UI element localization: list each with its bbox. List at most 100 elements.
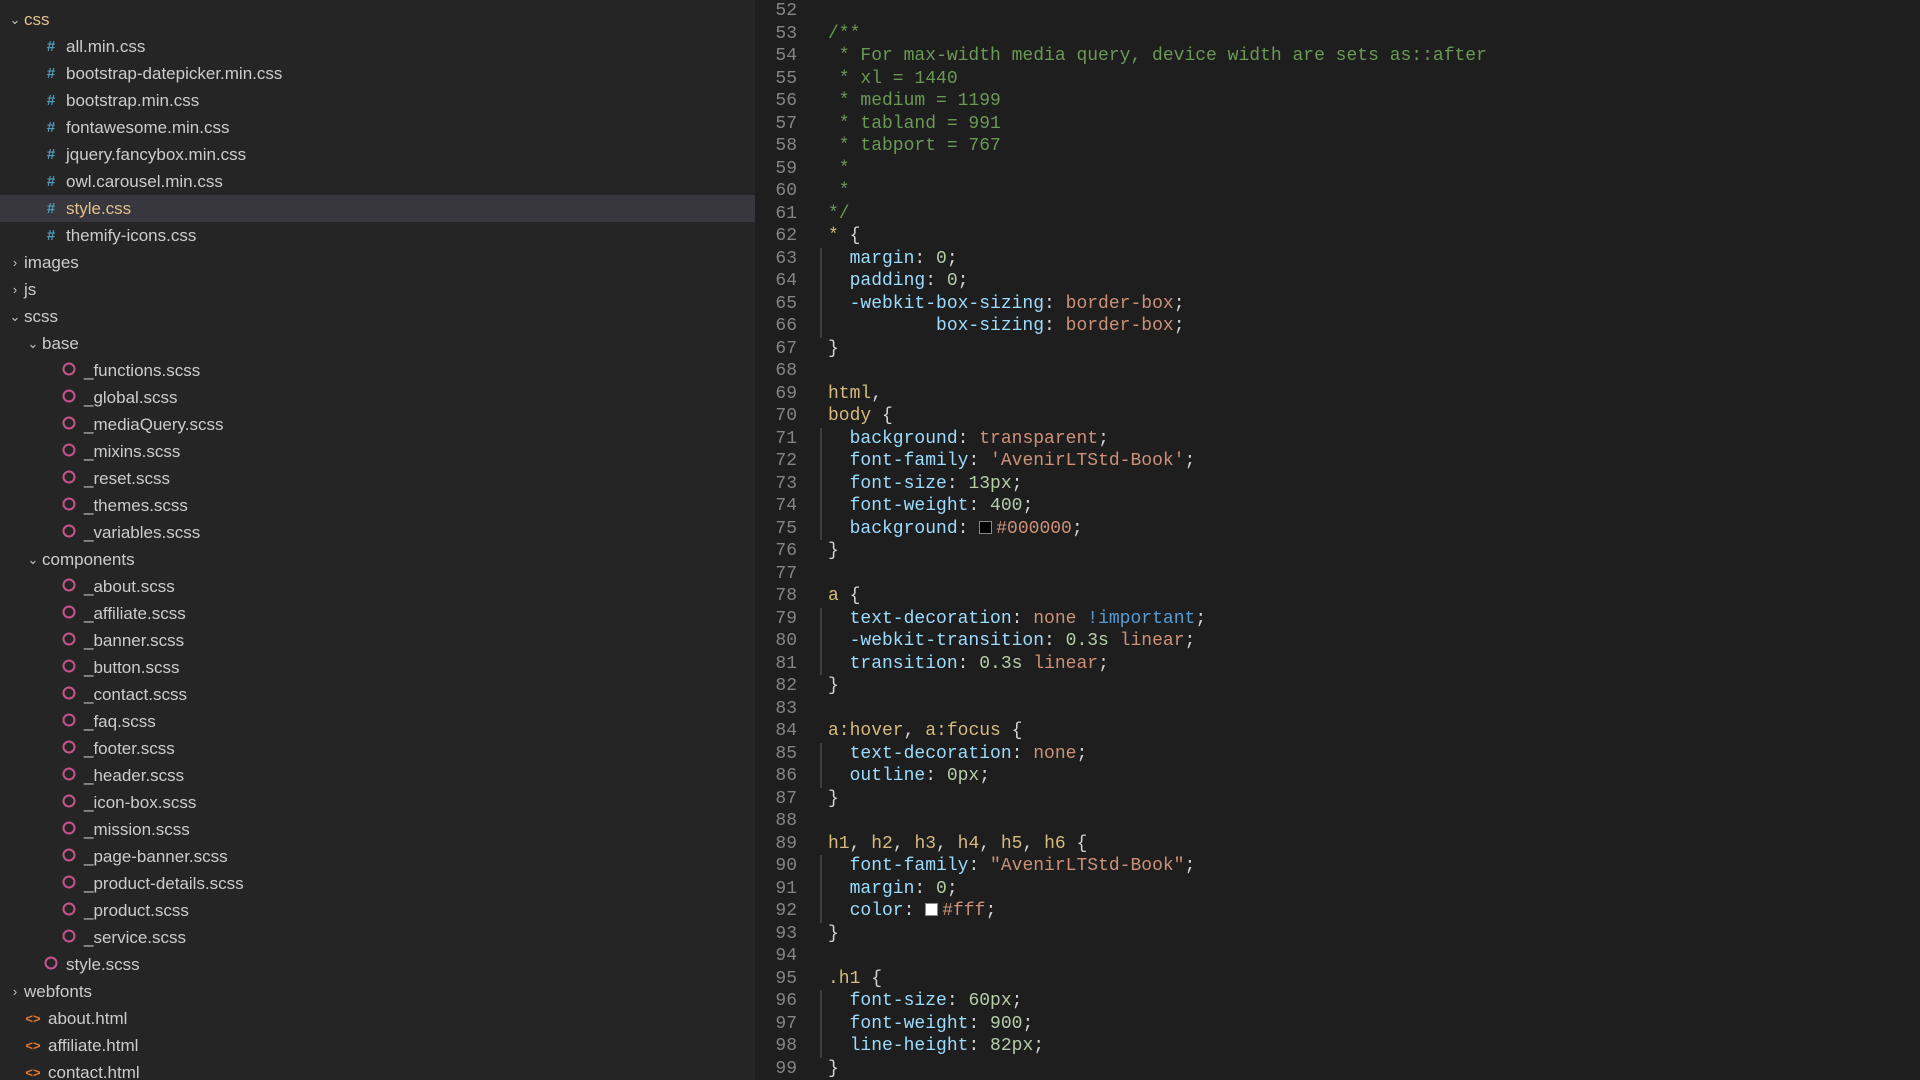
code-line[interactable]: * [820, 180, 1920, 203]
code-line[interactable] [820, 698, 1920, 721]
file--product-scss[interactable]: ›_product.scss [0, 897, 755, 924]
folder-css[interactable]: ⌄css [0, 6, 755, 33]
file--functions-scss[interactable]: ›_functions.scss [0, 357, 755, 384]
code-line[interactable]: html, [820, 383, 1920, 406]
code-line[interactable]: -webkit-transition: 0.3s linear; [820, 630, 1920, 653]
file--mediaquery-scss[interactable]: ›_mediaQuery.scss [0, 411, 755, 438]
folder-images[interactable]: ›images [0, 249, 755, 276]
item-label: _mediaQuery.scss [84, 415, 224, 435]
file-jquery-fancybox-min-css[interactable]: ›#jquery.fancybox.min.css [0, 141, 755, 168]
code-line[interactable]: a { [820, 585, 1920, 608]
file--global-scss[interactable]: ›_global.scss [0, 384, 755, 411]
item-label: contact.html [48, 1063, 140, 1080]
code-line[interactable]: } [820, 923, 1920, 946]
code-line[interactable] [820, 360, 1920, 383]
code-line[interactable]: margin: 0; [820, 248, 1920, 271]
code-line[interactable]: font-weight: 400; [820, 495, 1920, 518]
code-line[interactable]: * xl = 1440 [820, 68, 1920, 91]
code-line[interactable]: .h1 { [820, 968, 1920, 991]
scss-file-icon [60, 389, 78, 407]
file--variables-scss[interactable]: ›_variables.scss [0, 519, 755, 546]
file--contact-scss[interactable]: ›_contact.scss [0, 681, 755, 708]
code-line[interactable]: line-height: 82px; [820, 1035, 1920, 1058]
file--button-scss[interactable]: ›_button.scss [0, 654, 755, 681]
file--page-banner-scss[interactable]: ›_page-banner.scss [0, 843, 755, 870]
file--banner-scss[interactable]: ›_banner.scss [0, 627, 755, 654]
code-line[interactable]: background: transparent; [820, 428, 1920, 451]
code-line[interactable]: a:hover, a:focus { [820, 720, 1920, 743]
file--product-details-scss[interactable]: ›_product-details.scss [0, 870, 755, 897]
file--mixins-scss[interactable]: ›_mixins.scss [0, 438, 755, 465]
code-line[interactable]: * tabport = 767 [820, 135, 1920, 158]
code-line[interactable]: } [820, 675, 1920, 698]
code-line[interactable]: */ [820, 203, 1920, 226]
item-label: _page-banner.scss [84, 847, 228, 867]
line-number: 80 [755, 630, 797, 653]
folder-webfonts[interactable]: ›webfonts [0, 978, 755, 1005]
file--about-scss[interactable]: ›_about.scss [0, 573, 755, 600]
code-line[interactable]: font-family: 'AvenirLTStd-Book'; [820, 450, 1920, 473]
code-line[interactable]: } [820, 1058, 1920, 1080]
code-line[interactable]: color: #fff; [820, 900, 1920, 923]
code-line[interactable]: margin: 0; [820, 878, 1920, 901]
code-line[interactable]: body { [820, 405, 1920, 428]
code-line[interactable]: } [820, 540, 1920, 563]
item-label: _header.scss [84, 766, 184, 786]
folder-js[interactable]: ›js [0, 276, 755, 303]
code-line[interactable]: padding: 0; [820, 270, 1920, 293]
code-line[interactable]: box-sizing: border-box; [820, 315, 1920, 338]
code-line[interactable]: outline: 0px; [820, 765, 1920, 788]
file-contact-html[interactable]: ›<>contact.html [0, 1059, 755, 1080]
code-line[interactable]: -webkit-box-sizing: border-box; [820, 293, 1920, 316]
code-line[interactable]: background: #000000; [820, 518, 1920, 541]
code-line[interactable] [820, 0, 1920, 23]
code-line[interactable]: } [820, 788, 1920, 811]
code-line[interactable] [820, 563, 1920, 586]
file-explorer[interactable]: ⌄css›#all.min.css›#bootstrap-datepicker.… [0, 0, 755, 1080]
file--header-scss[interactable]: ›_header.scss [0, 762, 755, 789]
code-line[interactable]: * [820, 158, 1920, 181]
scss-file-icon [60, 821, 78, 839]
file--affiliate-scss[interactable]: ›_affiliate.scss [0, 600, 755, 627]
file-owl-carousel-min-css[interactable]: ›#owl.carousel.min.css [0, 168, 755, 195]
code-line[interactable]: } [820, 338, 1920, 361]
file-affiliate-html[interactable]: ›<>affiliate.html [0, 1032, 755, 1059]
file-style-css[interactable]: ›#style.css [0, 195, 755, 222]
file--faq-scss[interactable]: ›_faq.scss [0, 708, 755, 735]
file-bootstrap-min-css[interactable]: ›#bootstrap.min.css [0, 87, 755, 114]
folder-scss[interactable]: ⌄scss [0, 303, 755, 330]
code-line[interactable]: * { [820, 225, 1920, 248]
code-line[interactable]: * tabland = 991 [820, 113, 1920, 136]
code-line[interactable]: font-weight: 900; [820, 1013, 1920, 1036]
file-about-html[interactable]: ›<>about.html [0, 1005, 755, 1032]
file--service-scss[interactable]: ›_service.scss [0, 924, 755, 951]
code-line[interactable]: h1, h2, h3, h4, h5, h6 { [820, 833, 1920, 856]
code-line[interactable]: font-size: 60px; [820, 990, 1920, 1013]
code-line[interactable]: transition: 0.3s linear; [820, 653, 1920, 676]
code-line[interactable]: text-decoration: none !important; [820, 608, 1920, 631]
file--icon-box-scss[interactable]: ›_icon-box.scss [0, 789, 755, 816]
file-themify-icons-css[interactable]: ›#themify-icons.css [0, 222, 755, 249]
code-line[interactable]: * medium = 1199 [820, 90, 1920, 113]
file-all-min-css[interactable]: ›#all.min.css [0, 33, 755, 60]
file-style-scss[interactable]: ›style.scss [0, 951, 755, 978]
file--mission-scss[interactable]: ›_mission.scss [0, 816, 755, 843]
file-fontawesome-min-css[interactable]: ›#fontawesome.min.css [0, 114, 755, 141]
code-line[interactable]: /** [820, 23, 1920, 46]
code-line[interactable] [820, 810, 1920, 833]
file--themes-scss[interactable]: ›_themes.scss [0, 492, 755, 519]
file--reset-scss[interactable]: ›_reset.scss [0, 465, 755, 492]
code-editor[interactable]: 5253545556575859606162636465666768697071… [755, 0, 1920, 1080]
code-line[interactable] [820, 945, 1920, 968]
file-bootstrap-datepicker-min-css[interactable]: ›#bootstrap-datepicker.min.css [0, 60, 755, 87]
code-line[interactable]: * For max-width media query, device widt… [820, 45, 1920, 68]
code-area[interactable]: /** * For max-width media query, device … [815, 0, 1920, 1080]
file--footer-scss[interactable]: ›_footer.scss [0, 735, 755, 762]
code-line[interactable]: text-decoration: none; [820, 743, 1920, 766]
line-number: 52 [755, 0, 797, 23]
folder-base[interactable]: ⌄base [0, 330, 755, 357]
code-line[interactable]: font-size: 13px; [820, 473, 1920, 496]
folder-components[interactable]: ⌄components [0, 546, 755, 573]
chevron-right-icon: › [8, 255, 22, 270]
code-line[interactable]: font-family: "AvenirLTStd-Book"; [820, 855, 1920, 878]
